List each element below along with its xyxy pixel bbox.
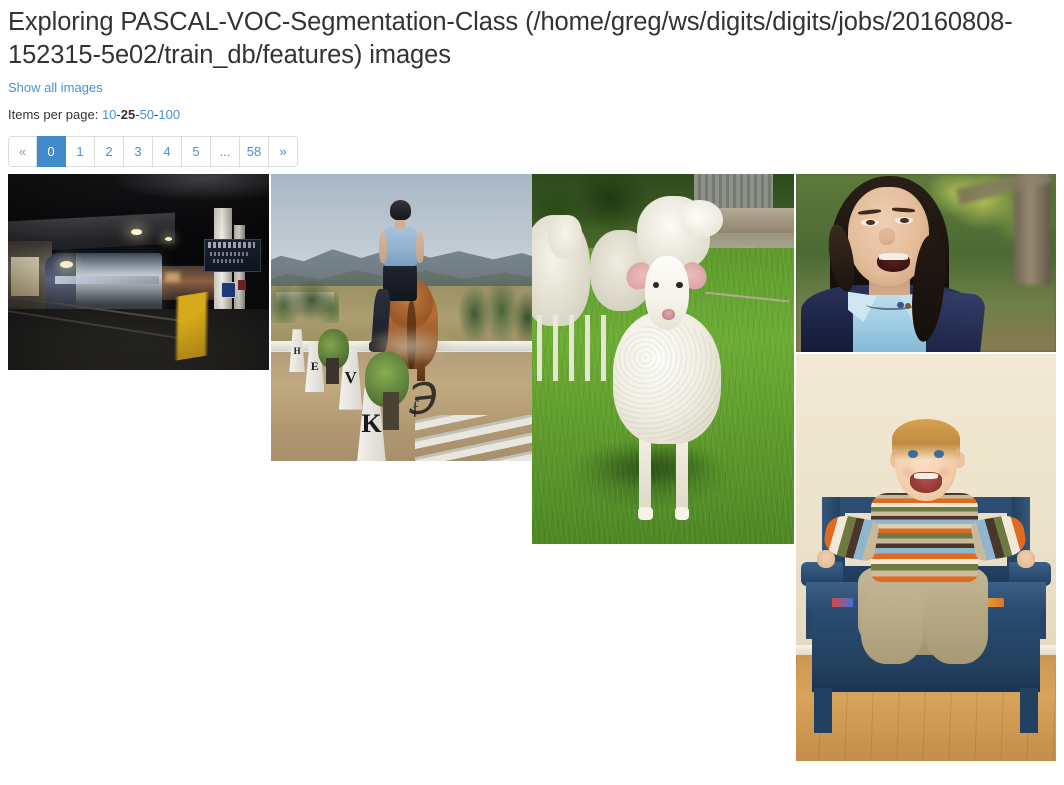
pagination-next-button[interactable]: » xyxy=(269,136,298,168)
page-title: Exploring PASCAL-VOC-Segmentation-Class … xyxy=(8,8,1013,69)
baby-hair xyxy=(892,419,960,461)
gallery-image-baby-on-blue-bench[interactable] xyxy=(796,354,1056,762)
lamb-eye-right xyxy=(676,281,683,289)
night-vignette xyxy=(8,174,269,371)
items-per-page-option-25[interactable]: 25 xyxy=(121,107,135,122)
pagination-page-last[interactable]: 58 xyxy=(240,136,269,168)
pagination-page-5[interactable]: 5 xyxy=(182,136,211,168)
gallery-image-woman-portrait-outdoors[interactable] xyxy=(796,174,1056,353)
pagination-page-4[interactable]: 4 xyxy=(153,136,182,168)
pagination-ellipsis: ... xyxy=(211,136,240,168)
pagination-page-3[interactable]: 3 xyxy=(124,136,153,168)
background-sheep-legs xyxy=(537,314,616,382)
show-all-images-row: Show all images xyxy=(0,71,1064,97)
gallery-image-train-night-station[interactable] xyxy=(8,174,269,371)
background-sheep-3-head xyxy=(681,200,724,238)
arena-dust xyxy=(349,323,467,370)
tree-trunk xyxy=(1014,174,1051,285)
bench-leg-left xyxy=(814,687,833,733)
items-per-page-option-10[interactable]: 10 xyxy=(102,107,116,122)
baby-striped-sweater xyxy=(871,492,978,583)
baby-trouser-leg-right xyxy=(926,590,989,664)
items-per-page-option-100[interactable]: 100 xyxy=(158,107,180,122)
items-per-page: Items per page: 10-25-50-100 xyxy=(8,107,1064,122)
lamb-shadow xyxy=(589,444,716,489)
pagination-page-2[interactable]: 2 xyxy=(95,136,124,168)
pagination-prev-button[interactable]: « xyxy=(8,136,37,168)
lamb-wool-texture xyxy=(613,322,721,441)
plant-pot-1 xyxy=(325,357,339,384)
baby-trouser-leg-left xyxy=(861,590,924,664)
trees-left xyxy=(271,266,339,324)
lamb-front-leg-right xyxy=(676,433,688,515)
baby-teeth xyxy=(914,473,938,479)
woman-nose xyxy=(879,227,895,246)
dressage-scene: H E V K ℈ ƒ xyxy=(271,174,532,462)
image-gallery: H E V K ℈ ƒ xyxy=(0,174,1064,764)
items-per-page-option-50[interactable]: 50 xyxy=(140,107,154,122)
pagination-page-0[interactable]: 0 xyxy=(37,136,66,168)
trees-right xyxy=(458,268,532,344)
gallery-image-sheep-flock-field[interactable] xyxy=(532,174,794,545)
baby-hand-right xyxy=(1017,549,1036,568)
bench-leg-right xyxy=(1019,687,1038,733)
rider-arm-right xyxy=(415,231,424,264)
train-scene xyxy=(8,174,269,371)
rider-helmet xyxy=(389,200,411,221)
lamb-hoof-left xyxy=(638,507,653,521)
plant-pot-2 xyxy=(383,392,399,430)
necklace-bead-2 xyxy=(905,303,911,309)
baby-bench-scene xyxy=(796,354,1056,762)
sheep-scene xyxy=(532,174,794,545)
baby-hand-left xyxy=(816,549,835,568)
woman-portrait-scene xyxy=(796,174,1056,353)
rider-shirt xyxy=(383,225,418,267)
pagination-page-1[interactable]: 1 xyxy=(66,136,95,168)
pagination: « 0 1 2 3 4 5 ... 58 » xyxy=(8,136,298,168)
woman-teeth xyxy=(879,253,908,260)
lamb-hoof-right xyxy=(674,507,690,521)
show-all-images-link[interactable]: Show all images xyxy=(8,80,103,95)
lamb-nose xyxy=(661,309,675,321)
rider-arm-left xyxy=(379,231,388,264)
lamb-front-leg-left xyxy=(639,433,652,515)
gallery-image-horse-rider-dressage[interactable]: H E V K ℈ ƒ xyxy=(271,174,532,462)
background-sheep-1-head xyxy=(547,214,582,260)
items-per-page-label: Items per page: xyxy=(8,107,99,123)
